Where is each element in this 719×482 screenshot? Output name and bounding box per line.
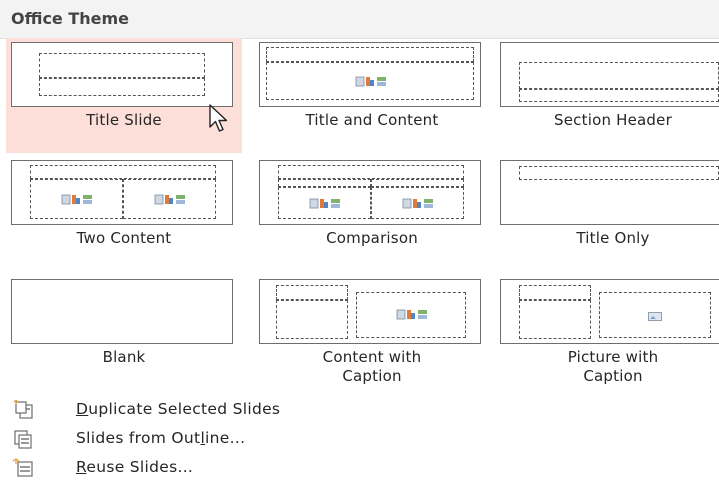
layout-label: Two Content: [76, 229, 172, 247]
layout-blank[interactable]: Blank: [6, 275, 242, 390]
right-content-placeholder: [371, 187, 464, 219]
menu-item-label: Slides from Outline...: [76, 429, 246, 447]
subtitle-placeholder: [39, 78, 205, 96]
content-placeholder: [356, 292, 466, 338]
title-placeholder: [39, 53, 205, 78]
layout-two-content[interactable]: Two Content: [6, 156, 242, 271]
duplicate-slides-icon: [13, 400, 33, 419]
layout-title-and-content[interactable]: Title and Content: [254, 38, 490, 153]
content-icons-icon: [309, 198, 340, 209]
layout-thumbnail: [11, 279, 233, 344]
layout-thumbnail: [259, 42, 481, 107]
layout-label: Section Header: [554, 111, 672, 129]
layout-thumbnail: [11, 42, 233, 107]
text-placeholder: [519, 89, 719, 102]
layout-label: Blank: [102, 348, 146, 366]
picture-placeholder: [599, 292, 711, 338]
gallery-header-title: Office Theme: [11, 9, 130, 28]
layout-comparison[interactable]: Comparison: [254, 156, 490, 271]
layout-thumbnail: [259, 160, 481, 225]
layout-thumbnail: [500, 160, 719, 225]
layout-section-header[interactable]: Section Header: [495, 38, 719, 153]
layout-title-slide[interactable]: Title Slide: [6, 38, 242, 153]
content-icons-icon: [154, 194, 185, 205]
layout-thumbnail: [500, 42, 719, 107]
layout-label: Comparison: [326, 229, 418, 247]
layout-label: Content with Caption: [322, 348, 422, 385]
layout-content-with-caption[interactable]: Content with Caption: [254, 275, 490, 390]
title-placeholder: [276, 285, 348, 300]
content-icons-icon: [396, 309, 427, 320]
right-heading-placeholder: [371, 179, 464, 187]
mouse-pointer-icon: [209, 104, 228, 132]
layout-label: Title and Content: [305, 111, 439, 129]
content-icons-icon: [61, 194, 92, 205]
caption-placeholder: [276, 300, 348, 339]
content-icons-icon: [402, 198, 433, 209]
left-heading-placeholder: [278, 179, 371, 187]
menu-item-label: Reuse Slides...: [76, 458, 194, 476]
layout-label: Picture with Caption: [567, 348, 659, 385]
left-content-placeholder: [30, 179, 123, 219]
right-content-placeholder: [123, 179, 216, 219]
left-content-placeholder: [278, 187, 371, 219]
layout-thumbnail: [259, 279, 481, 344]
layout-thumbnail: [11, 160, 233, 225]
title-placeholder: [266, 47, 474, 62]
duplicate-selected-slides-item[interactable]: Duplicate Selected Slides: [0, 396, 719, 424]
layout-label: Title Only: [576, 229, 650, 247]
reuse-slides-icon: [12, 458, 33, 477]
outline-slides-icon: [14, 430, 32, 449]
slides-from-outline-item[interactable]: Slides from Outline...: [0, 425, 719, 453]
content-placeholder: [266, 62, 474, 100]
caption-placeholder: [519, 300, 591, 339]
menu-item-label: Duplicate Selected Slides: [76, 400, 281, 418]
title-placeholder: [519, 166, 719, 180]
picture-icon: [648, 312, 662, 321]
title-placeholder: [278, 165, 464, 179]
gallery-header: Office Theme: [0, 0, 719, 39]
title-placeholder: [519, 285, 591, 300]
layout-title-only[interactable]: Title Only: [495, 156, 719, 271]
title-placeholder: [519, 62, 719, 89]
content-icons-icon: [355, 76, 386, 87]
title-placeholder: [30, 165, 216, 179]
layout-thumbnail: [500, 279, 719, 344]
layout-picture-with-caption[interactable]: Picture with Caption: [495, 275, 719, 390]
reuse-slides-item[interactable]: Reuse Slides...: [0, 454, 719, 482]
